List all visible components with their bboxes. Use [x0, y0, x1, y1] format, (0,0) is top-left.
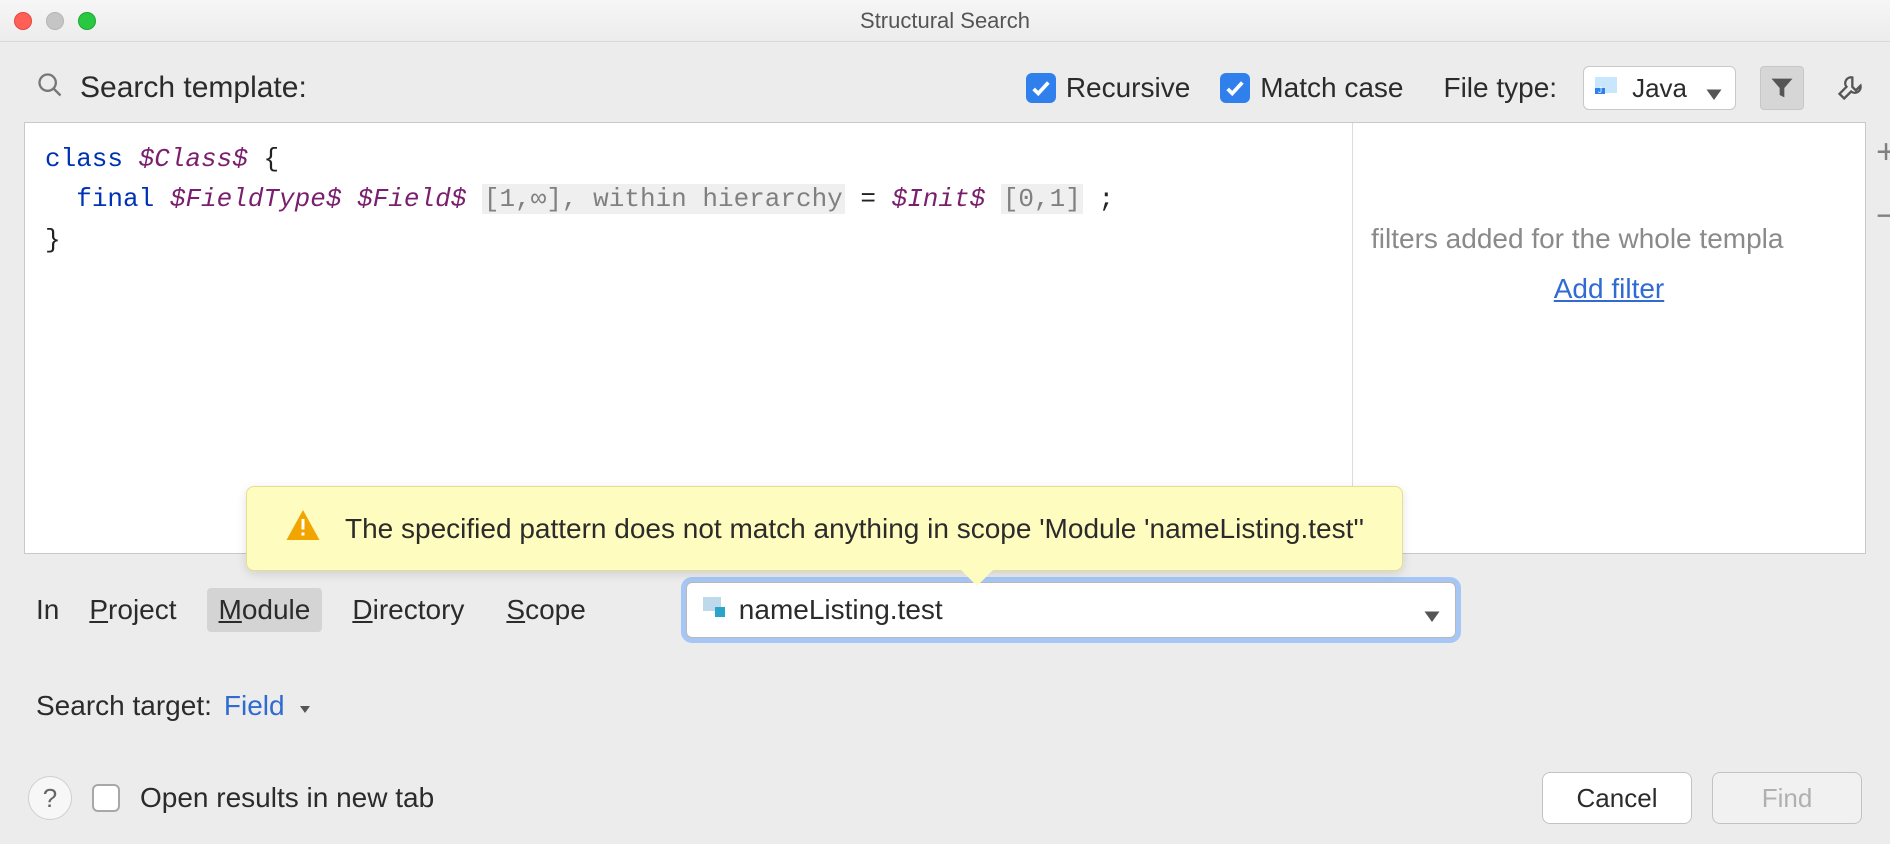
- match-case-label: Match case: [1260, 72, 1403, 104]
- chevron-down-icon: [1423, 601, 1441, 619]
- scope-scope-tab[interactable]: Scope: [494, 588, 597, 632]
- warning-text: The specified pattern does not match any…: [345, 513, 1364, 545]
- code-token: =: [845, 184, 892, 214]
- find-button[interactable]: Find: [1712, 772, 1862, 824]
- titlebar: Structural Search: [0, 0, 1890, 42]
- recursive-label: Recursive: [1066, 72, 1190, 104]
- scope-directory-tab[interactable]: Directory: [340, 588, 476, 632]
- code-hint: [0,1]: [1001, 184, 1083, 214]
- module-dropdown[interactable]: nameListing.test: [686, 582, 1456, 638]
- search-target-value: Field: [224, 690, 285, 721]
- cancel-button[interactable]: Cancel: [1542, 772, 1692, 824]
- svg-text:J: J: [1598, 86, 1602, 95]
- open-results-label: Open results in new tab: [140, 782, 434, 814]
- search-template-label: Search template:: [80, 71, 307, 105]
- code-hint: [1,∞], within hierarchy: [482, 184, 845, 214]
- code-token: $Field$: [357, 184, 466, 214]
- dialog-button-row: ? Open results in new tab Cancel Find: [0, 772, 1890, 824]
- code-token: $Init$: [892, 184, 986, 214]
- match-case-checkbox-wrap[interactable]: Match case: [1220, 72, 1403, 104]
- code-token: final: [76, 184, 154, 214]
- scope-project-tab[interactable]: Project: [77, 588, 188, 632]
- code-token: }: [45, 225, 61, 255]
- match-case-checkbox[interactable]: [1220, 73, 1250, 103]
- add-button[interactable]: +: [1876, 135, 1890, 169]
- code-token: $Class$: [139, 144, 248, 174]
- module-value: nameListing.test: [739, 594, 1413, 626]
- help-button[interactable]: ?: [28, 776, 72, 820]
- search-target-label: Search target:: [36, 690, 212, 722]
- code-token: {: [248, 144, 279, 174]
- add-filter-link[interactable]: Add filter: [1554, 273, 1665, 305]
- search-icon: [36, 71, 64, 106]
- search-target-dropdown[interactable]: Field: [224, 690, 285, 722]
- warning-icon: [285, 507, 321, 550]
- window-title: Structural Search: [0, 8, 1890, 34]
- code-token: ;: [1083, 184, 1114, 214]
- code-token: class: [45, 144, 123, 174]
- header-row: Search template: Recursive Match case Fi…: [0, 42, 1890, 122]
- remove-button[interactable]: −: [1876, 199, 1890, 233]
- filter-panel: filters added for the whole templa Add f…: [1353, 123, 1865, 553]
- scope-in-label: In: [36, 594, 59, 626]
- scope-module-tab[interactable]: Module: [207, 588, 323, 632]
- recursive-checkbox-wrap[interactable]: Recursive: [1026, 72, 1190, 104]
- warning-tooltip: The specified pattern does not match any…: [246, 486, 1403, 571]
- module-icon: [701, 593, 729, 628]
- tools-button[interactable]: [1828, 66, 1872, 110]
- chevron-down-icon: [297, 690, 313, 722]
- search-target-row: Search target: Field: [0, 646, 1890, 722]
- recursive-checkbox[interactable]: [1026, 73, 1056, 103]
- code-token: $FieldType$: [170, 184, 342, 214]
- file-type-value: Java: [1632, 73, 1687, 104]
- java-file-icon: J: [1592, 74, 1620, 102]
- file-type-dropdown[interactable]: J Java: [1583, 66, 1736, 110]
- file-type-label: File type:: [1443, 72, 1557, 104]
- chevron-down-icon: [1705, 79, 1723, 97]
- filter-panel-text: filters added for the whole templa: [1353, 223, 1865, 255]
- filter-side-buttons: + −: [1865, 135, 1890, 233]
- filter-toggle-button[interactable]: [1760, 66, 1804, 110]
- code-token: [45, 184, 76, 214]
- open-results-checkbox[interactable]: [92, 784, 120, 812]
